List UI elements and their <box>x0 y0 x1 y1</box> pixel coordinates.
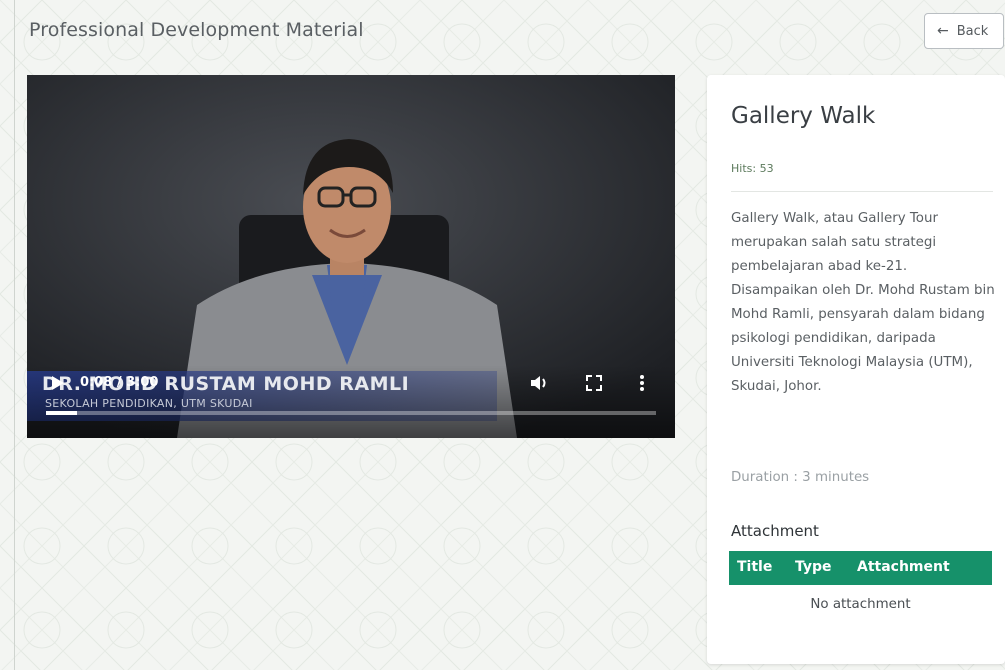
material-info-card: Gallery Walk Hits: 53 Gallery Walk, atau… <box>707 75 1005 664</box>
material-title: Gallery Walk <box>731 103 876 129</box>
fullscreen-icon[interactable] <box>586 375 602 391</box>
speaker-affiliation: SEKOLAH PENDIDIKAN, UTM SKUDAI <box>45 397 253 410</box>
column-header-type: Type <box>795 559 832 575</box>
hits-count: Hits: 53 <box>731 162 774 175</box>
column-header-attachment: Attachment <box>857 559 950 575</box>
back-button[interactable]: ← Back <box>924 13 1004 49</box>
play-icon[interactable] <box>51 375 65 391</box>
volume-icon[interactable] <box>530 375 548 391</box>
no-attachment-message: No attachment <box>810 597 911 612</box>
page-title: Professional Development Material <box>29 19 364 41</box>
page-header: Professional Development Material ← Back <box>15 0 1005 66</box>
material-description: Gallery Walk, atau Gallery Tour merupaka… <box>731 211 995 394</box>
back-button-label: Back <box>956 23 989 39</box>
video-player[interactable]: DR. MOHD RUSTAM MOHD RAMLI SEKOLAH PENDI… <box>27 75 675 438</box>
arrow-left-icon: ← <box>937 23 949 39</box>
attachment-heading: Attachment <box>731 522 819 540</box>
more-vertical-icon[interactable] <box>639 374 645 392</box>
video-progress-bar[interactable] <box>46 411 656 415</box>
attachment-table-header: Title Type Attachment <box>729 551 992 585</box>
divider <box>731 191 993 192</box>
material-duration: Duration : 3 minutes <box>731 470 870 485</box>
column-header-title: Title <box>737 559 773 575</box>
video-progress-fill <box>46 411 77 415</box>
time-readout: 0:08 / 3:00 <box>80 375 159 390</box>
